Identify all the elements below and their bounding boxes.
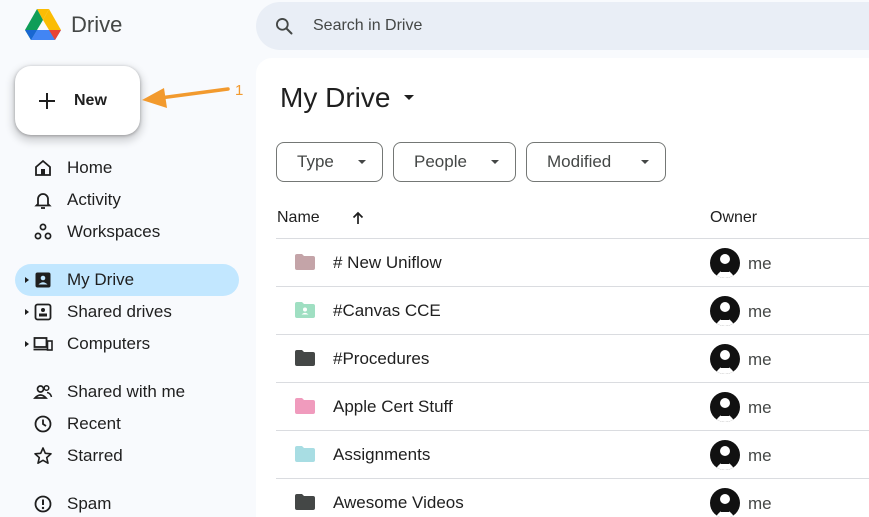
owner-name: me xyxy=(748,446,772,465)
sidebar-item-label: Recent xyxy=(67,414,121,433)
main-content: My Drive Type People Modified Name Owner… xyxy=(256,58,869,517)
sidebar-item-label: Shared drives xyxy=(67,302,172,321)
folder-icon xyxy=(295,398,315,414)
caret-down-icon xyxy=(641,160,649,164)
file-name[interactable]: Apple Cert Stuff xyxy=(333,397,453,417)
table-row[interactable]: #Procedures me xyxy=(276,334,869,382)
owner-name: me xyxy=(748,398,772,417)
annotation-number: 1 xyxy=(235,82,244,99)
column-header-name[interactable]: Name xyxy=(277,209,320,227)
sidebar-item-label: Computers xyxy=(67,334,151,353)
file-name[interactable]: # New Uniflow xyxy=(333,253,442,273)
sidebar-item-label: Shared with me xyxy=(67,382,186,401)
owner-name: me xyxy=(748,254,772,273)
sidebar-item-label: Activity xyxy=(67,190,121,209)
filter-label: Modified xyxy=(547,152,612,171)
caret-down-icon xyxy=(491,160,499,164)
drive-logo-icon xyxy=(25,9,61,40)
column-header-owner[interactable]: Owner xyxy=(710,209,757,227)
sidebar-item-workspaces[interactable]: Workspaces xyxy=(15,216,239,248)
filter-label: People xyxy=(414,152,467,171)
filter-type[interactable]: Type xyxy=(276,142,383,182)
table-row[interactable]: #Canvas CCE me xyxy=(276,286,869,334)
owner-name: me xyxy=(748,350,772,369)
file-name[interactable]: Awesome Videos xyxy=(333,493,464,513)
sidebar-item-starred[interactable]: Starred xyxy=(15,440,239,472)
folder-icon xyxy=(295,494,315,510)
search-input[interactable] xyxy=(313,17,713,35)
file-name[interactable]: #Procedures xyxy=(333,349,429,369)
avatar xyxy=(710,392,740,422)
new-button[interactable]: New xyxy=(15,66,140,135)
sidebar-item-recent[interactable]: Recent xyxy=(15,408,239,440)
drive-logo[interactable]: Drive xyxy=(24,8,122,42)
filter-modified[interactable]: Modified xyxy=(526,142,666,182)
app-name: Drive xyxy=(71,12,123,37)
sidebar-item-label: Spam xyxy=(67,494,112,513)
table-row[interactable]: Apple Cert Stuff me xyxy=(276,382,869,430)
avatar xyxy=(710,440,740,470)
sidebar-item-label: My Drive xyxy=(67,270,135,289)
annotation-arrow-icon xyxy=(142,87,230,108)
sidebar-item-spam[interactable]: Spam xyxy=(15,488,239,517)
folder-icon xyxy=(295,350,315,366)
sort-ascending-icon[interactable] xyxy=(350,210,366,226)
table-row[interactable]: Awesome Videos me xyxy=(276,478,869,517)
caret-right-icon[interactable] xyxy=(23,308,31,316)
sidebar-item-label: Workspaces xyxy=(67,222,161,241)
home-icon xyxy=(35,159,51,176)
page-title-dropdown[interactable]: My Drive xyxy=(280,82,416,114)
clock-icon xyxy=(34,415,52,433)
plus-icon xyxy=(39,92,55,109)
caret-down-icon xyxy=(358,160,366,164)
folder-icon xyxy=(295,446,315,462)
avatar xyxy=(710,488,740,517)
computers-icon xyxy=(33,337,53,351)
sidebar-item-my-drive[interactable]: My Drive xyxy=(15,264,239,296)
search-icon[interactable] xyxy=(274,16,294,36)
avatar xyxy=(710,344,740,374)
sidebar-item-home[interactable]: Home xyxy=(15,152,239,184)
workspaces-icon xyxy=(34,223,52,240)
owner-name: me xyxy=(748,302,772,321)
sidebar-item-activity[interactable]: Activity xyxy=(15,184,239,216)
folder-icon xyxy=(295,254,315,270)
spam-icon xyxy=(34,495,52,513)
shared-drives-icon xyxy=(34,303,52,321)
file-name[interactable]: Assignments xyxy=(333,445,430,465)
caret-right-icon[interactable] xyxy=(23,340,31,348)
table-row[interactable]: # New Uniflow me xyxy=(276,238,869,286)
avatar xyxy=(710,296,740,326)
caret-right-icon[interactable] xyxy=(23,276,31,284)
new-button-label: New xyxy=(74,91,107,109)
star-icon xyxy=(34,447,52,465)
sidebar-item-computers[interactable]: Computers xyxy=(15,328,239,360)
avatar xyxy=(710,248,740,278)
sidebar-item-label: Starred xyxy=(67,446,123,465)
filter-people[interactable]: People xyxy=(393,142,516,182)
owner-name: me xyxy=(748,494,772,513)
search-bar[interactable] xyxy=(256,2,869,50)
people-icon xyxy=(33,384,53,399)
sidebar-item-shared-with-me[interactable]: Shared with me xyxy=(15,376,239,408)
sidebar-item-label: Home xyxy=(67,158,113,177)
file-name[interactable]: #Canvas CCE xyxy=(333,301,441,321)
sidebar-item-shared-drives[interactable]: Shared drives xyxy=(15,296,239,328)
bell-icon xyxy=(34,193,52,209)
page-title: My Drive xyxy=(280,82,391,113)
filter-label: Type xyxy=(297,152,334,171)
table-row[interactable]: Assignments me xyxy=(276,430,869,478)
caret-down-icon xyxy=(404,95,415,100)
my-drive-icon xyxy=(35,272,51,288)
shared-folder-icon xyxy=(295,302,315,318)
